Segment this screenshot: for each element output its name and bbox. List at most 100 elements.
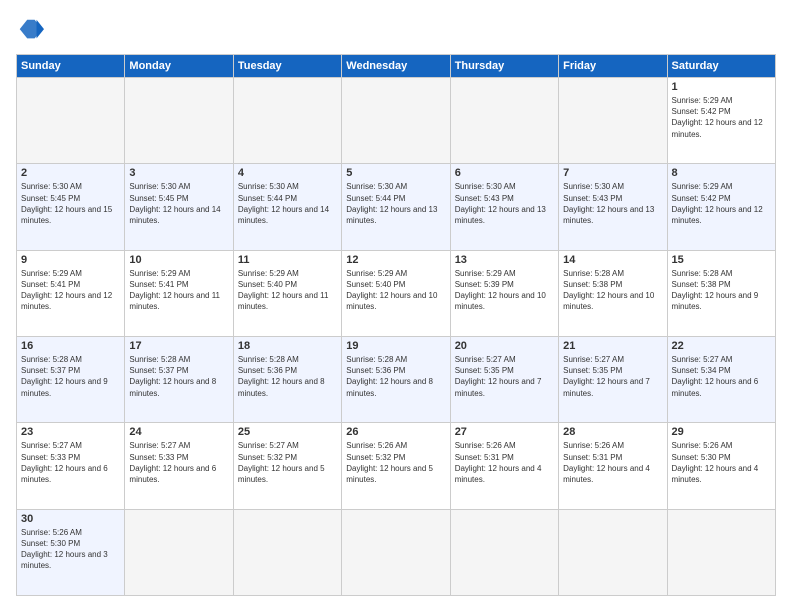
day-info: Sunrise: 5:30 AMSunset: 5:44 PMDaylight:… — [346, 181, 445, 226]
empty-cell — [233, 509, 341, 595]
day-info: Sunrise: 5:29 AMSunset: 5:42 PMDaylight:… — [672, 181, 771, 226]
day-number: 26 — [346, 426, 445, 438]
day-number: 24 — [129, 426, 228, 438]
day-number: 10 — [129, 254, 228, 266]
day-cell-10: 10 Sunrise: 5:29 AMSunset: 5:41 PMDayligh… — [125, 250, 233, 336]
day-cell-9: 9 Sunrise: 5:29 AMSunset: 5:41 PMDaylight… — [17, 250, 125, 336]
day-info: Sunrise: 5:27 AMSunset: 5:35 PMDaylight:… — [563, 354, 662, 399]
day-cell-27: 27Sunrise: 5:26 AMSunset: 5:31 PMDayligh… — [450, 423, 558, 509]
day-cell-25: 25 Sunrise: 5:27 AMSunset: 5:32 PMDayligh… — [233, 423, 341, 509]
day-info: Sunrise: 5:27 AMSunset: 5:34 PMDaylight:… — [672, 354, 771, 399]
day-info: Sunrise: 5:26 AMSunset: 5:30 PMDaylight:… — [21, 527, 120, 572]
empty-cell — [450, 78, 558, 164]
empty-cell — [559, 509, 667, 595]
day-info: Sunrise: 5:30 AMSunset: 5:45 PMDaylight:… — [129, 181, 228, 226]
day-cell-4: 4 Sunrise: 5:30 AMSunset: 5:44 PMDaylight… — [233, 164, 341, 250]
day-number: 20 — [455, 340, 554, 352]
day-cell-21: 21 Sunrise: 5:27 AMSunset: 5:35 PMDayligh… — [559, 336, 667, 422]
calendar-week-5: 30 Sunrise: 5:26 AMSunset: 5:30 PMDayligh… — [17, 509, 776, 595]
col-header-friday: Friday — [559, 55, 667, 78]
day-info: Sunrise: 5:27 AMSunset: 5:35 PMDaylight:… — [455, 354, 554, 399]
day-number: 22 — [672, 340, 771, 352]
col-header-saturday: Saturday — [667, 55, 775, 78]
col-header-wednesday: Wednesday — [342, 55, 450, 78]
day-info: Sunrise: 5:29 AMSunset: 5:39 PMDaylight:… — [455, 268, 554, 313]
col-header-sunday: Sunday — [17, 55, 125, 78]
day-number: 14 — [563, 254, 662, 266]
day-cell-11: 11 Sunrise: 5:29 AMSunset: 5:40 PMDayligh… — [233, 250, 341, 336]
day-number: 1 — [672, 81, 771, 93]
calendar-table: SundayMondayTuesdayWednesdayThursdayFrid… — [16, 54, 776, 596]
day-info: Sunrise: 5:26 AMSunset: 5:30 PMDaylight:… — [672, 440, 771, 485]
day-cell-19: 19 Sunrise: 5:28 AMSunset: 5:36 PMDayligh… — [342, 336, 450, 422]
logo — [16, 16, 48, 44]
day-info: Sunrise: 5:26 AMSunset: 5:32 PMDaylight:… — [346, 440, 445, 485]
day-info: Sunrise: 5:30 AMSunset: 5:44 PMDaylight:… — [238, 181, 337, 226]
day-number: 18 — [238, 340, 337, 352]
day-cell-20: 20 Sunrise: 5:27 AMSunset: 5:35 PMDayligh… — [450, 336, 558, 422]
day-cell-16: 16 Sunrise: 5:28 AMSunset: 5:37 PMDayligh… — [17, 336, 125, 422]
day-number: 19 — [346, 340, 445, 352]
day-cell-15: 15Sunrise: 5:28 AMSunset: 5:38 PMDayligh… — [667, 250, 775, 336]
day-cell-17: 17 Sunrise: 5:28 AMSunset: 5:37 PMDayligh… — [125, 336, 233, 422]
logo-icon — [16, 16, 44, 44]
day-cell-5: 5 Sunrise: 5:30 AMSunset: 5:44 PMDaylight… — [342, 164, 450, 250]
day-info: Sunrise: 5:28 AMSunset: 5:38 PMDaylight:… — [672, 268, 771, 313]
day-number: 25 — [238, 426, 337, 438]
day-info: Sunrise: 5:29 AMSunset: 5:41 PMDaylight:… — [129, 268, 228, 313]
day-number: 11 — [238, 254, 337, 266]
day-number: 12 — [346, 254, 445, 266]
day-cell-22: 22 Sunrise: 5:27 AMSunset: 5:34 PMDayligh… — [667, 336, 775, 422]
calendar-week-2: 9 Sunrise: 5:29 AMSunset: 5:41 PMDaylight… — [17, 250, 776, 336]
day-info: Sunrise: 5:29 AMSunset: 5:40 PMDaylight:… — [238, 268, 337, 313]
day-cell-6: 6 Sunrise: 5:30 AMSunset: 5:43 PMDaylight… — [450, 164, 558, 250]
day-cell-30: 30 Sunrise: 5:26 AMSunset: 5:30 PMDayligh… — [17, 509, 125, 595]
day-info: Sunrise: 5:27 AMSunset: 5:32 PMDaylight:… — [238, 440, 337, 485]
day-info: Sunrise: 5:27 AMSunset: 5:33 PMDaylight:… — [129, 440, 228, 485]
day-cell-29: 29Sunrise: 5:26 AMSunset: 5:30 PMDayligh… — [667, 423, 775, 509]
day-number: 7 — [563, 167, 662, 179]
day-cell-13: 13Sunrise: 5:29 AMSunset: 5:39 PMDayligh… — [450, 250, 558, 336]
day-info: Sunrise: 5:26 AMSunset: 5:31 PMDaylight:… — [563, 440, 662, 485]
header — [16, 16, 776, 44]
day-info: Sunrise: 5:29 AMSunset: 5:42 PMDaylight:… — [672, 95, 771, 140]
calendar-header-row: SundayMondayTuesdayWednesdayThursdayFrid… — [17, 55, 776, 78]
calendar-week-1: 2Sunrise: 5:30 AMSunset: 5:45 PMDaylight… — [17, 164, 776, 250]
calendar-week-0: 1 Sunrise: 5:29 AMSunset: 5:42 PMDaylight… — [17, 78, 776, 164]
day-cell-23: 23Sunrise: 5:27 AMSunset: 5:33 PMDayligh… — [17, 423, 125, 509]
day-number: 30 — [21, 513, 120, 525]
empty-cell — [342, 78, 450, 164]
day-cell-1: 1 Sunrise: 5:29 AMSunset: 5:42 PMDaylight… — [667, 78, 775, 164]
day-number: 16 — [21, 340, 120, 352]
day-cell-3: 3 Sunrise: 5:30 AMSunset: 5:45 PMDaylight… — [125, 164, 233, 250]
day-info: Sunrise: 5:30 AMSunset: 5:43 PMDaylight:… — [455, 181, 554, 226]
day-info: Sunrise: 5:28 AMSunset: 5:37 PMDaylight:… — [129, 354, 228, 399]
day-cell-14: 14 Sunrise: 5:28 AMSunset: 5:38 PMDayligh… — [559, 250, 667, 336]
day-number: 4 — [238, 167, 337, 179]
day-info: Sunrise: 5:28 AMSunset: 5:37 PMDaylight:… — [21, 354, 120, 399]
day-cell-8: 8Sunrise: 5:29 AMSunset: 5:42 PMDaylight… — [667, 164, 775, 250]
empty-cell — [450, 509, 558, 595]
day-info: Sunrise: 5:29 AMSunset: 5:41 PMDaylight:… — [21, 268, 120, 313]
day-info: Sunrise: 5:28 AMSunset: 5:36 PMDaylight:… — [346, 354, 445, 399]
empty-cell — [125, 78, 233, 164]
calendar-week-3: 16 Sunrise: 5:28 AMSunset: 5:37 PMDayligh… — [17, 336, 776, 422]
day-number: 17 — [129, 340, 228, 352]
day-number: 21 — [563, 340, 662, 352]
day-cell-7: 7 Sunrise: 5:30 AMSunset: 5:43 PMDaylight… — [559, 164, 667, 250]
day-number: 23 — [21, 426, 120, 438]
day-info: Sunrise: 5:28 AMSunset: 5:38 PMDaylight:… — [563, 268, 662, 313]
day-info: Sunrise: 5:30 AMSunset: 5:43 PMDaylight:… — [563, 181, 662, 226]
day-cell-26: 26 Sunrise: 5:26 AMSunset: 5:32 PMDayligh… — [342, 423, 450, 509]
day-number: 9 — [21, 254, 120, 266]
day-cell-24: 24 Sunrise: 5:27 AMSunset: 5:33 PMDayligh… — [125, 423, 233, 509]
day-number: 6 — [455, 167, 554, 179]
empty-cell — [17, 78, 125, 164]
day-info: Sunrise: 5:30 AMSunset: 5:45 PMDaylight:… — [21, 181, 120, 226]
page: SundayMondayTuesdayWednesdayThursdayFrid… — [0, 0, 792, 612]
day-number: 5 — [346, 167, 445, 179]
day-cell-28: 28Sunrise: 5:26 AMSunset: 5:31 PMDayligh… — [559, 423, 667, 509]
day-number: 27 — [455, 426, 554, 438]
day-number: 3 — [129, 167, 228, 179]
empty-cell — [125, 509, 233, 595]
